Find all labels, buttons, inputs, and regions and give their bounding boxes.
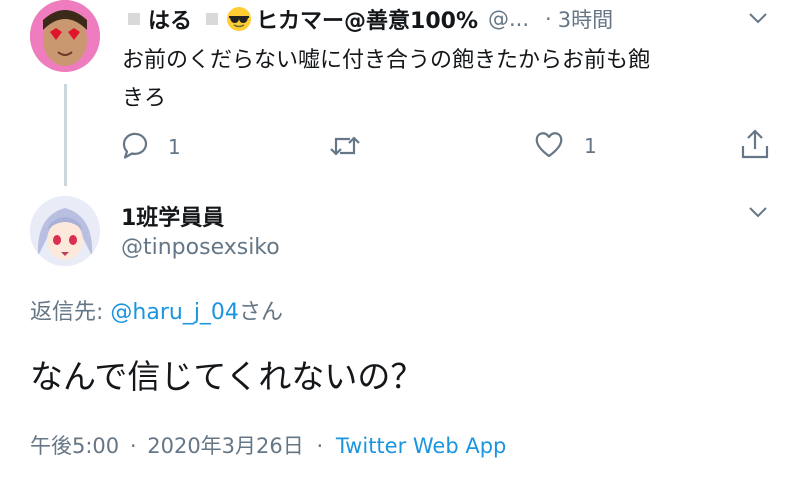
tweet-source-link[interactable]: Twitter Web App [336,434,507,458]
parent-handle[interactable]: @... [488,7,529,31]
tweet-date[interactable]: 2020年3月26日 [147,434,304,458]
reply-handle[interactable]: @tinposexsiko [121,235,280,260]
tweet-time[interactable]: 午後5:00 [30,434,119,458]
retweet-button[interactable] [328,132,362,164]
tweet-metadata: 午後5:00 · 2020年3月26日 · Twitter Web App [30,430,506,460]
retweet-icon [328,136,362,164]
like-button[interactable]: 1 [534,130,597,162]
parent-text-line: きろ [122,86,167,111]
chevron-down-icon[interactable] [748,204,768,218]
avatar-image [30,196,100,266]
parent-text-line: お前のくだらない嘘に付き合うの飽きたからお前も飽 [122,48,651,73]
reply-icon [120,130,150,164]
replying-to-user-link[interactable]: @haru_j_04 [110,300,239,325]
replying-to-label: 返信先: [30,300,111,325]
meta-separator: · [129,434,137,458]
name-badge-placeholder [206,13,219,25]
reply-tweet-text: なんで信じてくれないの？ [30,357,424,396]
parent-tweet-text: お前のくだらない嘘に付き合うの飽きたからお前も飽 きろ [122,42,782,118]
like-count: 1 [584,134,597,158]
replying-to-suffix: さん [238,300,283,325]
share-icon [740,129,770,164]
replying-to: 返信先: @haru_j_04さん [30,294,283,326]
parent-display-name-part2[interactable]: ヒカマー@善意100% [256,3,478,35]
like-icon [534,130,564,162]
parent-display-name-part1[interactable]: はる [148,3,192,35]
thread-connector-line [64,84,67,186]
avatar-image [30,0,100,72]
time-separator: · [545,7,552,31]
parent-header: はる ヒカマー@善意100% @... · 3時間 [128,4,613,34]
reply-count: 1 [168,135,181,159]
reply-button[interactable]: 1 [120,130,181,164]
name-badge-placeholder [128,13,140,25]
share-button[interactable] [740,128,770,164]
parent-timestamp[interactable]: 3時間 [558,4,613,34]
chevron-down-icon[interactable] [748,10,768,24]
parent-avatar[interactable] [30,0,100,72]
sunglasses-emoji-icon [226,6,252,32]
meta-separator: · [316,434,324,458]
reply-avatar[interactable] [30,196,100,266]
reply-display-name[interactable]: 1班学員員 [121,200,224,232]
